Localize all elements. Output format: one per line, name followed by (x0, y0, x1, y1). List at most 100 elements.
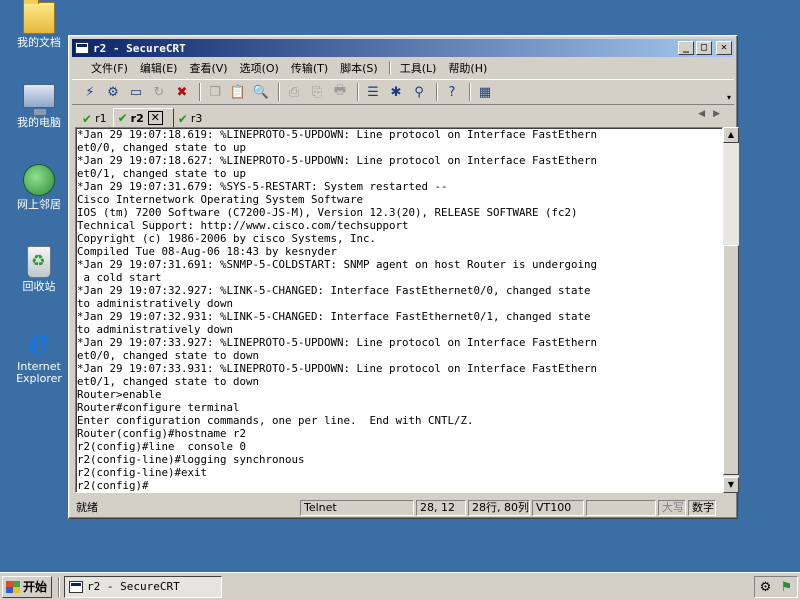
desktop-icon-network-places[interactable]: 网上邻居 (8, 164, 70, 211)
terminal-line: Enter configuration commands, one per li… (77, 414, 474, 427)
terminal-line: et0/0, changed state to up (77, 141, 247, 154)
status-terminal-size: 28行, 80列 (468, 500, 530, 516)
system-tray: ⚙ ⚑ (754, 576, 798, 598)
connect-icon[interactable]: ⚡ (80, 83, 100, 101)
menu-options[interactable]: 选项(O) (235, 60, 284, 76)
terminal-line: a cold start (77, 271, 162, 284)
status-emulation: VT100 (532, 500, 584, 516)
terminal-line: *Jan 29 19:07:18.619: %LINEPROTO-5-UPDOW… (77, 128, 598, 141)
menu-bar: 文件(F) 编辑(E) 查看(V) 选项(O) 传输(T) 脚本(S) 工具(L… (72, 58, 734, 78)
desktop-icon-my-documents[interactable]: 我的文档 (8, 0, 70, 49)
terminal-line: *Jan 29 19:07:31.691: %SNMP-5-COLDSTART:… (77, 258, 598, 271)
tab-scroll-arrows-icon[interactable]: ◀▶ (698, 109, 728, 119)
connected-check-icon: ✔ (177, 111, 188, 126)
securecrt-app-icon (69, 580, 83, 593)
terminal-line: Cisco Internetwork Operating System Soft… (77, 193, 364, 206)
tab-label: r3 (190, 112, 203, 125)
keypad-icon[interactable]: ▦ (475, 83, 495, 101)
terminal-line: Router>enable (77, 388, 162, 401)
window-title: r2 - SecureCRT (93, 41, 186, 55)
terminal-line: *Jan 29 19:07:33.927: %LINEPROTO-5-UPDOW… (77, 336, 598, 349)
tab-r1[interactable]: ✔ r1 (78, 110, 113, 127)
network-status-icon[interactable]: ⚑ (781, 580, 793, 595)
print-icon[interactable]: 🖶 (330, 83, 350, 101)
status-num-lock: 数字 (688, 500, 716, 516)
tab-r3[interactable]: ✔ r3 (174, 110, 209, 127)
toolbar-separator (357, 83, 359, 101)
menu-view[interactable]: 查看(V) (184, 60, 232, 76)
connected-check-icon: ✔ (117, 111, 128, 125)
toolbar-separator (199, 83, 201, 101)
terminal-scrollbar[interactable]: ▲ ▼ (723, 127, 739, 493)
quick-connect-icon[interactable]: ⚙ (103, 83, 123, 101)
scroll-down-button[interactable]: ▼ (723, 477, 739, 493)
toolbar-separator (436, 83, 438, 101)
menu-script[interactable]: 脚本(S) (335, 60, 383, 76)
desktop-icon-my-computer[interactable]: 我的电脑 (8, 84, 70, 129)
maximize-button[interactable]: □ (696, 41, 712, 55)
taskbar-item-label: r2 - SecureCRT (87, 580, 180, 593)
terminal-line: r2(config-line)#exit (77, 466, 208, 479)
find-icon[interactable]: 🔍 (251, 83, 271, 101)
toolbar: ⚡ ⚙ ▭ ↻ ✖ ❐ 📋 🔍 ⎙ ⎘ 🖶 ☰ ✱ ⚲ ? ▦ ▾ (72, 79, 734, 105)
network-places-icon (23, 164, 55, 196)
terminal-line: *Jan 29 19:07:18.627: %LINEPROTO-5-UPDOW… (77, 154, 598, 167)
menu-transfer[interactable]: 传输(T) (286, 60, 333, 76)
menu-edit[interactable]: 编辑(E) (135, 60, 183, 76)
reconnect-icon[interactable]: ↻ (149, 83, 169, 101)
terminal-output[interactable]: *Jan 29 19:07:18.619: %LINEPROTO-5-UPDOW… (75, 127, 723, 493)
help-icon[interactable]: ? (442, 83, 462, 101)
taskbar: 开始 r2 - SecureCRT ⚙ ⚑ (0, 572, 800, 600)
global-options-icon[interactable]: ✱ (386, 83, 406, 101)
taskbar-item-securecrt[interactable]: r2 - SecureCRT (64, 575, 222, 598)
scroll-up-button[interactable]: ▲ (723, 127, 739, 143)
terminal-line: Router(config)#hostname r2 (77, 427, 247, 440)
session-options-icon[interactable]: ☰ (363, 83, 383, 101)
terminal-line: *Jan 29 19:07:32.927: %LINK-5-CHANGED: I… (77, 284, 591, 297)
menu-separator (388, 61, 391, 75)
terminal-line: et0/0, changed state to down (77, 349, 260, 362)
start-button[interactable]: 开始 (2, 575, 52, 598)
window-titlebar[interactable]: r2 - SecureCRT _ □ ✕ (72, 39, 734, 57)
desktop-icon-internet-explorer[interactable]: e Internet Explorer (8, 325, 70, 385)
recycle-bin-icon (27, 246, 51, 278)
status-caps-lock: 大写 (658, 500, 686, 516)
terminal-line: IOS (tm) 7200 Software (C7200-JS-M), Ver… (77, 206, 578, 219)
paste-icon[interactable]: 📋 (228, 83, 248, 101)
my-computer-icon (23, 84, 55, 115)
copy-icon[interactable]: ❐ (205, 83, 225, 101)
toolbar-overflow-icon[interactable]: ▾ (727, 93, 731, 102)
menu-tools[interactable]: 工具(L) (395, 60, 442, 76)
print-screen-icon[interactable]: ⎙ (284, 83, 304, 101)
tab-r2[interactable]: ✔ r2 ✕ (112, 108, 174, 127)
connect-in-tab-icon[interactable]: ▭ (126, 83, 146, 101)
menu-file[interactable]: 文件(F) (86, 60, 133, 76)
volume-icon[interactable]: ⚙ (760, 580, 772, 595)
desktop-icon-recycle-bin[interactable]: 回收站 (8, 246, 70, 293)
print-selection-icon[interactable]: ⎘ (307, 83, 327, 101)
connected-check-icon: ✔ (82, 111, 93, 126)
tab-label: r2 (130, 111, 144, 125)
securecrt-app-icon[interactable] (75, 42, 89, 54)
terminal-line: *Jan 29 19:07:31.679: %SYS-5-RESTART: Sy… (77, 180, 448, 193)
terminal-line: r2(config)#line console 0 (77, 440, 247, 453)
keymap-icon[interactable]: ⚲ (409, 83, 429, 101)
terminal-line: to administratively down (77, 323, 234, 336)
minimize-button[interactable]: _ (678, 41, 694, 55)
menu-help[interactable]: 帮助(H) (443, 60, 492, 76)
tab-label: r1 (95, 112, 107, 125)
disconnect-icon[interactable]: ✖ (172, 83, 192, 101)
toolbar-separator (469, 83, 471, 101)
terminal-line: r2(config-line)#logging synchronous (77, 453, 305, 466)
scroll-thumb[interactable] (723, 245, 739, 475)
terminal-line: Technical Support: http://www.cisco.com/… (77, 219, 409, 232)
terminal-line: *Jan 29 19:07:32.931: %LINK-5-CHANGED: I… (77, 310, 591, 323)
status-cursor-position: 28, 12 (416, 500, 466, 516)
terminal-line: et0/1, changed state to up (77, 167, 247, 180)
terminal-line: to administratively down (77, 297, 234, 310)
close-tab-button[interactable]: ✕ (147, 111, 163, 125)
terminal-line: *Jan 29 19:07:33.931: %LINEPROTO-5-UPDOW… (77, 362, 598, 375)
status-bar: 就绪 Telnet 28, 12 28行, 80列 VT100 大写 数字 (72, 499, 734, 517)
close-button[interactable]: ✕ (716, 41, 732, 55)
status-empty (586, 500, 656, 516)
